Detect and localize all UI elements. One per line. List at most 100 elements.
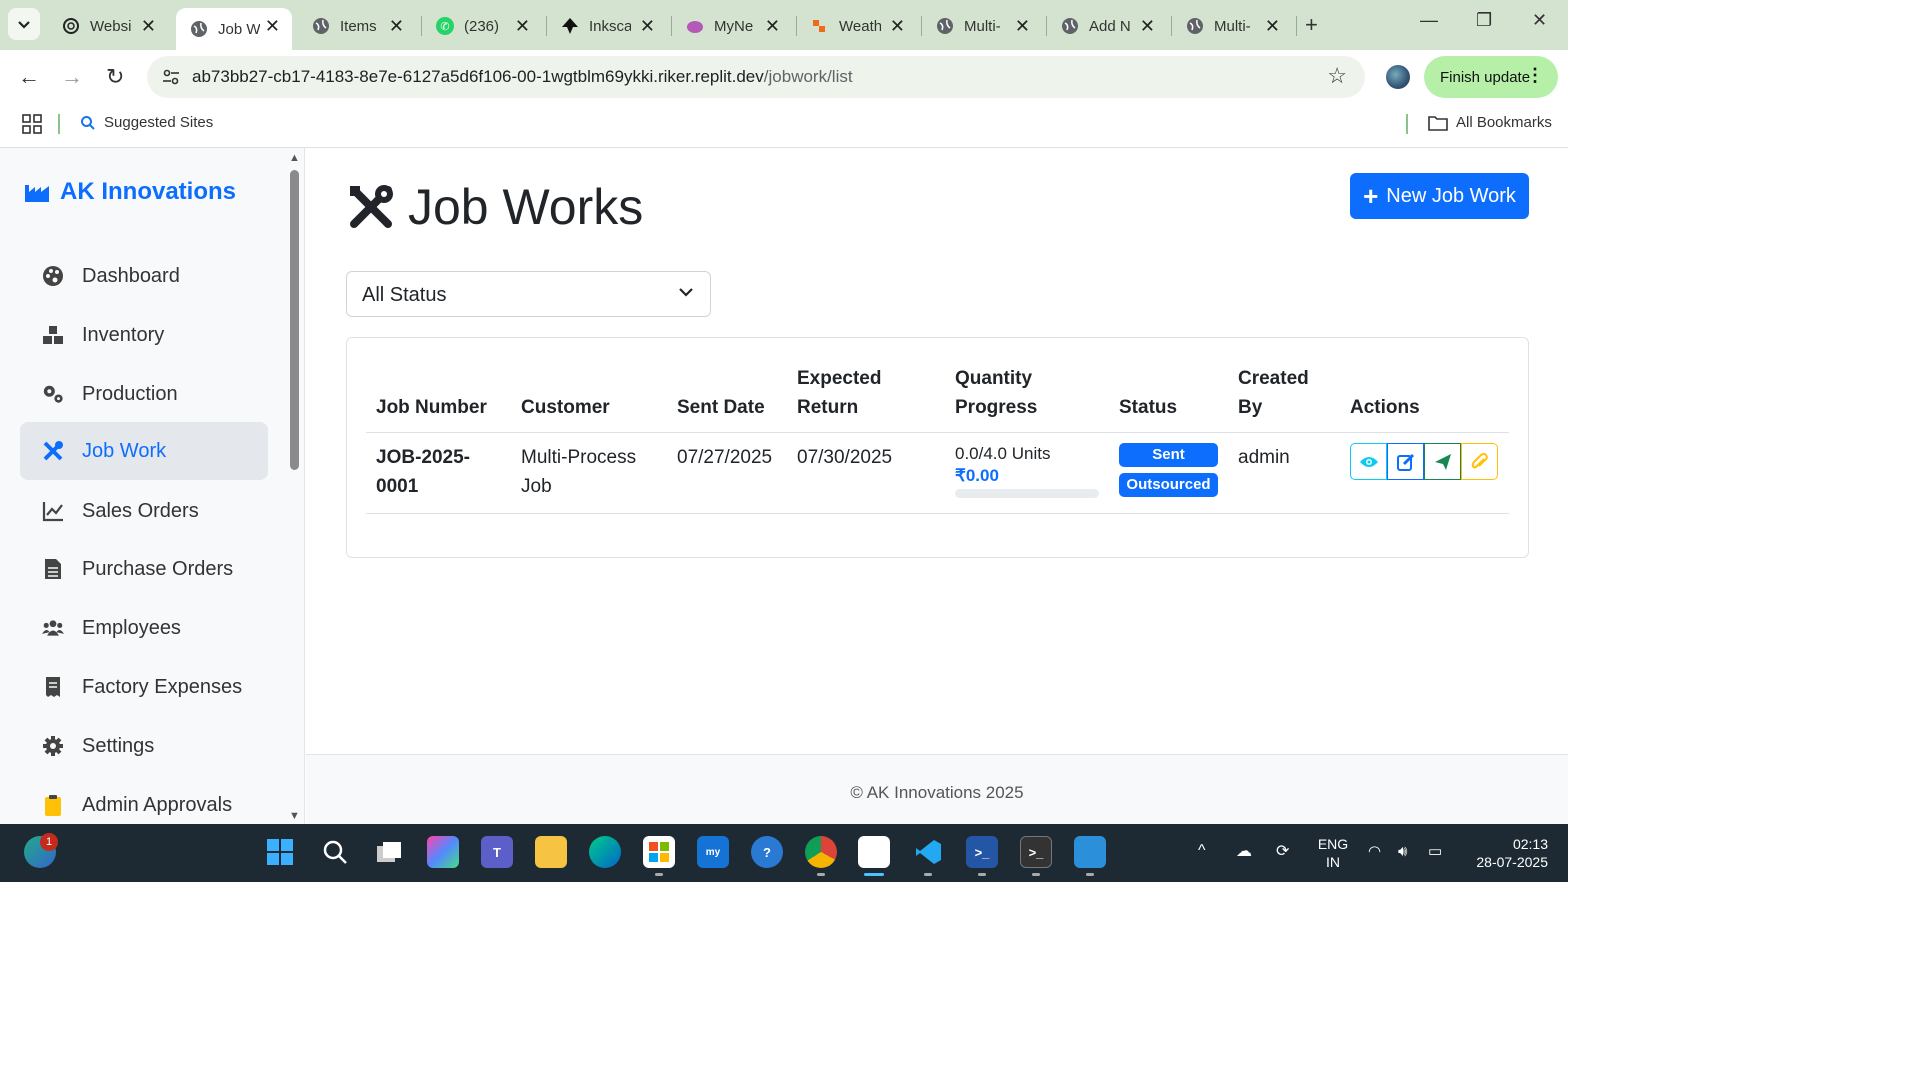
search-icon[interactable]	[319, 836, 351, 868]
browser-tab-active[interactable]: Job W ✕	[176, 8, 292, 50]
browser-tab[interactable]: Multi- ✕	[1172, 8, 1292, 44]
help-icon[interactable]: ?	[751, 836, 783, 868]
scrollbar-thumb[interactable]	[290, 170, 299, 470]
close-icon[interactable]: ✕	[765, 16, 780, 37]
snipping-tool-icon[interactable]	[858, 836, 890, 868]
sidebar-scrollbar[interactable]: ▲ ▼	[286, 148, 302, 824]
new-job-work-button[interactable]: + New Job Work	[1350, 173, 1529, 219]
volume-icon[interactable]: 🔊︎	[1398, 843, 1407, 861]
terminal-icon[interactable]: >_	[1020, 836, 1052, 868]
tab-title: Multi-	[1214, 17, 1251, 35]
more-menu-icon[interactable]: ⋮	[1526, 65, 1544, 86]
profile-avatar[interactable]	[1386, 65, 1410, 89]
view-button[interactable]	[1350, 443, 1387, 480]
site-settings-icon[interactable]	[161, 67, 181, 87]
battery-icon[interactable]: ▭	[1428, 843, 1442, 861]
scroll-up-arrow-icon[interactable]: ▲	[289, 152, 300, 164]
close-icon[interactable]: ✕	[1140, 16, 1155, 37]
close-icon[interactable]: ✕	[890, 16, 905, 37]
close-icon[interactable]: ✕	[515, 16, 530, 37]
sync-icon[interactable]: ⟳	[1276, 843, 1289, 861]
window-close-icon[interactable]: ✕	[1532, 10, 1547, 31]
sidebar-item-label: Sales Orders	[82, 499, 199, 522]
sidebar-item-purchase-orders[interactable]: Purchase Orders	[20, 540, 268, 598]
finish-update-button[interactable]: Finish update ⋮	[1424, 56, 1558, 98]
minimize-icon[interactable]: —	[1420, 10, 1438, 31]
close-icon[interactable]: ✕	[1015, 16, 1030, 37]
gears-icon	[42, 383, 64, 405]
powershell-icon[interactable]: >_	[966, 836, 998, 868]
sidebar-item-employees[interactable]: Employees	[20, 599, 268, 657]
finish-update-label: Finish update	[1440, 68, 1531, 86]
sidebar-item-settings[interactable]: Settings	[20, 717, 268, 775]
tab-search-button[interactable]	[8, 8, 40, 40]
sidebar-item-admin-approvals[interactable]: Admin Approvals	[20, 776, 268, 824]
sidebar-item-sales-orders[interactable]: Sales Orders	[20, 482, 268, 540]
wifi-icon[interactable]: ◠	[1368, 843, 1381, 861]
send-button[interactable]	[1424, 443, 1461, 480]
new-tab-plus-icon[interactable]: +	[1305, 12, 1318, 38]
url-text: ab73bb27-cb17-4183-8e7e-6127a5d6f106-00-…	[192, 67, 853, 87]
copilot-icon[interactable]	[427, 836, 459, 868]
all-bookmarks-button[interactable]: All Bookmarks	[1428, 114, 1552, 131]
close-icon[interactable]: ✕	[389, 16, 404, 37]
globe-icon	[1186, 17, 1204, 35]
clock[interactable]: 02:13 28-07-2025	[1466, 835, 1548, 871]
brand-link[interactable]: AK Innovations	[24, 178, 236, 206]
tab-title: Websi	[90, 17, 132, 35]
file-explorer-icon[interactable]	[535, 836, 567, 868]
sidebar-item-inventory[interactable]: Inventory	[20, 306, 268, 364]
close-icon[interactable]: ✕	[640, 16, 655, 37]
quantity-progress-bar	[955, 489, 1099, 498]
restore-icon[interactable]: ❐	[1476, 10, 1492, 31]
browser-tab[interactable]: Websi ✕	[48, 8, 168, 44]
store-icon[interactable]	[643, 836, 675, 868]
teams-icon[interactable]: T	[481, 836, 513, 868]
browser-tab[interactable]: Weath ✕	[797, 8, 917, 44]
sidebar-item-production[interactable]: Production	[20, 365, 268, 423]
browser-tab[interactable]: Multi- ✕	[922, 8, 1042, 44]
sidebar-item-dashboard[interactable]: Dashboard	[20, 247, 268, 305]
bookmark-star-icon[interactable]: ☆	[1327, 63, 1347, 89]
close-icon[interactable]: ✕	[141, 16, 156, 37]
clipboard-check-icon	[42, 794, 64, 816]
browser-tab[interactable]: MyNe ✕	[672, 8, 792, 44]
palette-icon	[42, 265, 64, 287]
reload-icon[interactable]: ↻	[106, 64, 124, 90]
forward-arrow-icon[interactable]: →	[61, 64, 83, 90]
scroll-down-arrow-icon[interactable]: ▼	[289, 810, 300, 822]
attach-button[interactable]	[1461, 443, 1498, 480]
brand-name: AK Innovations	[60, 178, 237, 205]
notepad-icon[interactable]	[1074, 836, 1106, 868]
browser-tab[interactable]: ✆ (236) ✕	[422, 8, 542, 44]
onedrive-icon[interactable]: ☁	[1236, 843, 1252, 861]
browser-tab[interactable]: Add N ✕	[1047, 8, 1167, 44]
address-bar[interactable]: ab73bb27-cb17-4183-8e7e-6127a5d6f106-00-…	[147, 56, 1365, 98]
page-title-text: Job Works	[408, 179, 644, 235]
chrome-icon[interactable]	[805, 836, 837, 868]
apps-grid-icon[interactable]	[22, 114, 42, 134]
browser-tab[interactable]: Items ✕	[298, 8, 416, 44]
myhp-icon[interactable]: my	[697, 836, 729, 868]
show-hidden-icons-chevron-icon[interactable]: ^	[1198, 842, 1206, 860]
windows-start-icon[interactable]	[264, 836, 296, 868]
vscode-icon[interactable]	[912, 836, 944, 868]
edit-button[interactable]	[1387, 443, 1424, 480]
close-icon[interactable]: ✕	[1265, 16, 1280, 37]
sidebar-item-factory-expenses[interactable]: Factory Expenses	[20, 658, 268, 716]
table-header-row: Job Number Customer Sent Date Expected R…	[366, 356, 1509, 433]
edge-icon[interactable]	[589, 836, 621, 868]
status-badge: Sent	[1119, 443, 1218, 467]
paperclip-icon	[1471, 452, 1488, 468]
sidebar-item-job-work[interactable]: Job Work	[20, 422, 268, 480]
language-indicator[interactable]: ENG IN	[1315, 835, 1351, 871]
close-icon[interactable]: ✕	[265, 16, 280, 37]
sidebar-item-label: Admin Approvals	[82, 793, 233, 816]
status-filter-select[interactable]: All Status	[346, 271, 711, 317]
browser-tab[interactable]: Inksca ✕	[547, 8, 667, 44]
back-arrow-icon[interactable]: ←	[18, 64, 40, 90]
task-view-icon[interactable]	[373, 836, 405, 868]
sidebar-item-label: Dashboard	[82, 264, 180, 287]
boxes-icon	[42, 324, 64, 346]
suggested-sites-bookmark[interactable]: Suggested Sites	[80, 114, 213, 131]
